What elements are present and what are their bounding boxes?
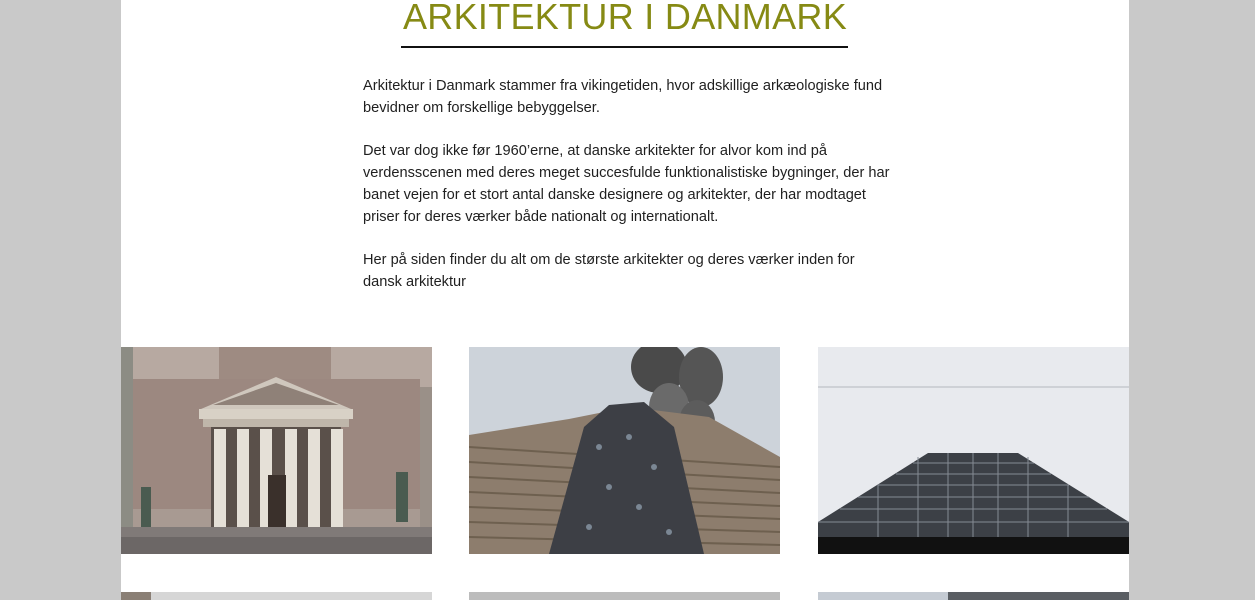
intro-text: Arkitektur i Danmark stammer fra vikinge… (363, 75, 893, 314)
intro-paragraph-3: Her på siden finder du alt om de største… (363, 252, 855, 290)
skyscraper-photo[interactable] (818, 347, 1129, 554)
climbing-wall-tower-photo[interactable] (469, 347, 780, 554)
intro-paragraph-2: Det var dog ikke før 1960’erne, at dansk… (363, 143, 890, 225)
gallery-photo[interactable] (818, 592, 1129, 600)
page-title: ARKITEKTUR I DANMARK (402, 0, 848, 37)
content-panel: ARKITEKTUR I DANMARK Arkitektur i Danmar… (121, 0, 1129, 600)
church-photo[interactable] (121, 347, 432, 554)
intro-paragraph-1: Arkitektur i Danmark stammer fra vikinge… (363, 78, 883, 116)
gallery-photo[interactable] (469, 592, 780, 600)
gallery-photo[interactable] (121, 592, 432, 600)
title-underline (401, 46, 848, 48)
